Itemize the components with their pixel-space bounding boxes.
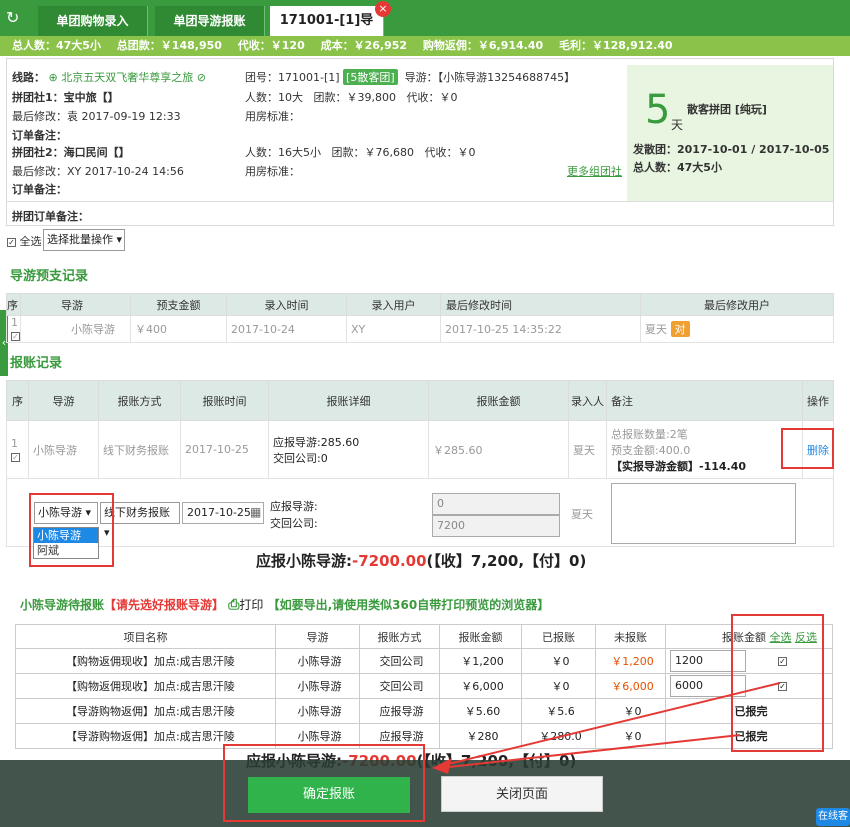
annotation-arrows (432, 682, 781, 774)
